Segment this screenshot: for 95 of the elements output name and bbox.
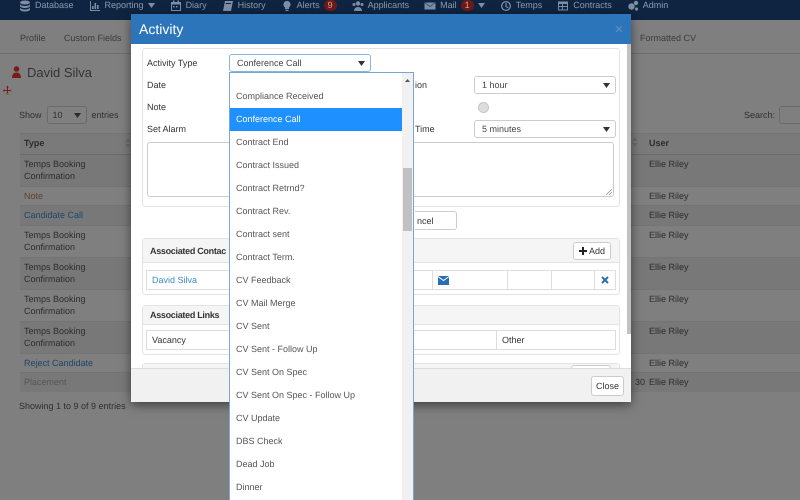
caret-icon: [74, 112, 81, 118]
table-cell: Ellie Riley: [649, 262, 689, 272]
table-info: Showing 1 to 9 of 9 entries: [19, 400, 127, 410]
table-cell: Ellie Riley: [649, 210, 689, 220]
dropdown-option[interactable]: Dinner: [230, 476, 402, 499]
contact-link[interactable]: David Silva: [152, 275, 198, 285]
dropdown-option[interactable]: Contract End: [230, 131, 402, 154]
nav-item[interactable]: Alerts 9: [280, 0, 337, 11]
table-cell: Vacancy: [152, 335, 186, 345]
show-label: Show: [19, 110, 42, 120]
table-cell: Other: [502, 335, 525, 345]
count-badge: 1: [460, 0, 474, 11]
radio-button[interactable]: [478, 102, 489, 112]
table-cell: Ellie Riley: [649, 190, 689, 200]
nav-item[interactable]: History: [222, 0, 266, 11]
table-cell: 30: [634, 377, 645, 387]
table-cell: Note: [24, 190, 44, 200]
person-icon: [12, 66, 21, 78]
profile-name: David Silva: [27, 64, 92, 80]
table-cell: Candidate Call: [24, 210, 84, 220]
nav-item[interactable]: Database: [19, 0, 74, 11]
dialog-title: Activity: [139, 21, 184, 37]
cancel-button[interactable]: ncel: [415, 211, 457, 230]
grid-icon: [557, 0, 570, 12]
count-badge: 9: [324, 0, 337, 11]
dropdown-option[interactable]: Contract Retrnd?: [230, 177, 402, 200]
dropdown-option[interactable]: Contract Rev.: [230, 200, 402, 223]
field-label: Date: [147, 80, 168, 90]
field-label: ion: [415, 80, 428, 90]
nav-item[interactable]: Mail 1: [424, 0, 485, 11]
users-icon: [352, 0, 364, 12]
caret-icon: [603, 126, 610, 132]
entries-label: entries: [92, 110, 119, 120]
dropdown-option[interactable]: Contract Issued: [230, 154, 402, 177]
scroll-up-icon[interactable]: [405, 79, 410, 82]
book-icon: [222, 0, 234, 12]
dropdown-option[interactable]: Dead Job: [230, 453, 402, 476]
nav-item[interactable]: Reporting: [88, 0, 155, 11]
select-field[interactable]: Conference Call: [229, 54, 371, 72]
table-cell: Temps Booking Confirmation: [24, 262, 86, 284]
select-field[interactable]: 5 minutes: [474, 120, 616, 138]
envelope-icon[interactable]: [438, 276, 449, 284]
add-button[interactable]: Add: [572, 242, 611, 260]
bar-chart-icon: [88, 0, 101, 12]
table-cell: Temps Booking Confirmation: [24, 326, 86, 348]
panel-title: Associated Contac: [150, 246, 226, 256]
table-cell: Temps Booking Confirmation: [24, 158, 86, 181]
caret-icon: [603, 82, 610, 88]
dropdown-option[interactable]: CV Feedback: [230, 269, 402, 292]
dropdown-option[interactable]: Contract Term.: [230, 246, 402, 269]
dropdown-option[interactable]: CV Sent: [230, 315, 402, 338]
table-cell: Ellie Riley: [649, 230, 689, 240]
field-label: Set Alarm: [147, 124, 188, 134]
dropdown-option[interactable]: CV Sent On Spec - Follow Up: [230, 384, 402, 407]
plus-icon: [578, 246, 587, 254]
close-icon[interactable]: [615, 25, 623, 33]
move-icon[interactable]: [3, 86, 12, 95]
nav-item[interactable]: Applicants: [352, 0, 410, 11]
dropdown-option[interactable]: CV Mail Merge: [230, 292, 402, 315]
field-label: Time: [415, 124, 436, 134]
lightbulb-icon: [280, 0, 293, 12]
resize-handle-icon[interactable]: [606, 189, 612, 195]
table-cell: Ellie Riley: [649, 377, 689, 387]
nav-item[interactable]: Admin: [626, 0, 668, 11]
field-label: Note: [147, 102, 168, 112]
table-cell: Reject Candidate: [24, 358, 94, 368]
select-field[interactable]: 1 hour: [474, 76, 616, 94]
clock-icon: [500, 0, 512, 12]
scrollbar[interactable]: [627, 44, 631, 334]
search-label: Search:: [744, 110, 775, 120]
dropdown-option[interactable]: Compliance Received: [230, 85, 402, 108]
nav-item[interactable]: Diary: [170, 0, 207, 11]
table-cell: Temps Booking Confirmation: [24, 230, 86, 252]
panel-title: Associated Links: [150, 310, 220, 320]
dropdown-option[interactable]: CV Sent On Spec: [230, 361, 402, 384]
dropdown-option[interactable]: CV Sent - Follow Up: [230, 338, 402, 361]
envelope-icon: [424, 0, 436, 12]
caret-icon: [358, 60, 365, 66]
calendar-icon: [170, 0, 182, 12]
dropdown-option[interactable]: CV Update: [230, 407, 402, 430]
table-cell: Ellie Riley: [649, 158, 689, 168]
nav-item[interactable]: Contracts: [557, 0, 612, 11]
table-cell: Temps Booking Confirmation: [24, 294, 86, 316]
dropdown-option[interactable]: DBS Check: [230, 430, 402, 453]
close-button[interactable]: Close: [590, 376, 624, 396]
table-cell: Ellie Riley: [649, 358, 689, 368]
scrollbar-thumb[interactable]: [403, 168, 412, 231]
field-label: Activity Type: [147, 58, 198, 68]
dropdown-option[interactable]: Contract sent: [230, 223, 402, 246]
scrollbar[interactable]: [402, 73, 413, 500]
nav-item[interactable]: Temps: [500, 0, 542, 11]
delete-icon[interactable]: [601, 276, 609, 284]
table-cell: Ellie Riley: [649, 326, 689, 336]
table-cell: Ellie Riley: [649, 294, 689, 304]
database-icon: [19, 0, 31, 12]
